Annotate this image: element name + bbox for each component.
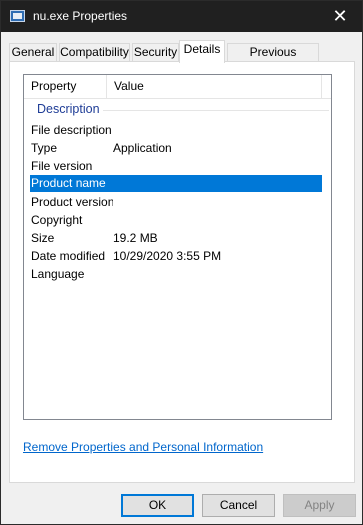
property-name: Type (31, 141, 58, 155)
property-value: 10/29/2020 3:55 PM (113, 249, 222, 263)
close-button[interactable]: ✕ (318, 1, 362, 32)
properties-dialog: nu.exe Properties ✕ General Compatibilit… (0, 0, 363, 525)
cancel-button[interactable]: Cancel (202, 494, 275, 517)
property-name: Product name (31, 176, 106, 190)
property-value: 19.2 MB (113, 231, 158, 245)
list-item[interactable]: File description (30, 122, 322, 139)
list-item[interactable]: Type Application (30, 140, 322, 157)
property-name: Copyright (31, 213, 83, 227)
column-header-value[interactable]: Value (107, 75, 322, 98)
property-name: File version (31, 159, 93, 173)
tab-general[interactable]: General (9, 43, 57, 62)
ok-button[interactable]: OK (121, 494, 194, 517)
app-icon (10, 10, 25, 22)
tab-security[interactable]: Security (132, 43, 179, 62)
apply-button[interactable]: Apply (283, 494, 356, 517)
property-name: Size (31, 231, 55, 245)
list-item[interactable]: Date modified 10/29/2020 3:55 PM (30, 248, 322, 265)
property-value: Application (113, 141, 172, 155)
property-name: File description (31, 123, 112, 137)
list-item-selected[interactable]: Product name (30, 175, 322, 192)
tab-previous-versions[interactable]: Previous Versions (227, 43, 319, 76)
tab-details[interactable]: Details (179, 40, 225, 63)
column-header-property[interactable]: Property (24, 75, 107, 98)
list-item[interactable]: Product version (30, 194, 322, 211)
list-header: Property Value (24, 75, 331, 99)
property-name: Date modified (31, 249, 106, 263)
list-item[interactable]: Size 19.2 MB (30, 230, 322, 247)
group-header-description[interactable]: Description (24, 101, 331, 119)
group-label: Description (37, 102, 100, 116)
remove-properties-link[interactable]: Remove Properties and Personal Informati… (23, 440, 263, 454)
group-divider (103, 110, 329, 111)
property-name: Product version (31, 195, 113, 209)
details-list[interactable]: Property Value Description File descript… (23, 74, 332, 420)
title-bar[interactable]: nu.exe Properties ✕ (1, 1, 362, 32)
window-title: nu.exe Properties (33, 9, 128, 23)
list-item[interactable]: Language (30, 266, 322, 283)
property-name: Language (31, 267, 85, 281)
tab-compatibility[interactable]: Compatibility (59, 43, 130, 62)
list-item[interactable]: Copyright (30, 212, 322, 229)
details-panel: Property Value Description File descript… (9, 61, 355, 483)
list-item[interactable]: File version (30, 158, 322, 175)
